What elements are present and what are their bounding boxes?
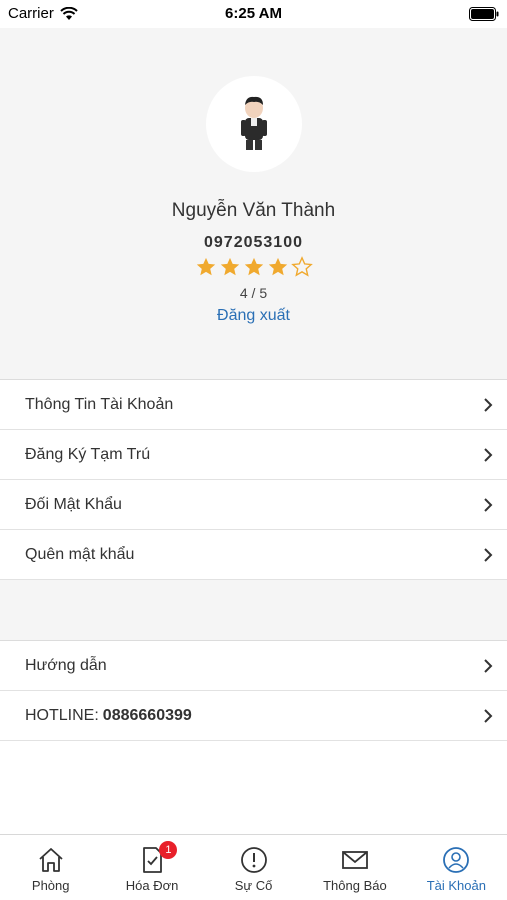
tab-label: Phòng <box>31 878 70 893</box>
hotline-number: 0886660399 <box>102 706 192 724</box>
chevron-right-icon <box>484 448 493 462</box>
chevron-right-icon <box>484 398 493 412</box>
menu-item-label: Quên mật khẩu <box>25 545 135 563</box>
content-blank-area <box>0 741 507 834</box>
logout-link[interactable]: Đăng xuất <box>0 307 507 325</box>
chevron-right-icon <box>484 498 493 512</box>
tab-label: Sự Cố <box>234 878 273 893</box>
status-bar: Carrier 6:25 AM <box>0 0 507 28</box>
tab-su-co[interactable]: Sự Cố <box>203 835 304 900</box>
user-icon <box>443 847 470 873</box>
avatar-person-icon <box>241 96 267 150</box>
tab-thong-bao[interactable]: Thông Báo <box>304 835 405 900</box>
menu-item-label: Đăng Ký Tạm Trú <box>25 445 151 463</box>
chevron-right-icon <box>484 548 493 562</box>
star-empty-icon <box>290 256 313 277</box>
menu-item-hotline[interactable]: HOTLINE: 0886660399 <box>0 691 507 741</box>
menu-item-account-info[interactable]: Thông Tin Tài Khoản <box>0 380 507 430</box>
tab-label: Hóa Đơn <box>125 878 179 893</box>
chevron-right-icon <box>484 659 493 673</box>
star-filled-icon <box>268 257 287 276</box>
home-icon <box>39 848 63 872</box>
status-time: 6:25 AM <box>225 5 282 22</box>
tab-label: Thông Báo <box>323 878 387 893</box>
avatar <box>206 76 302 172</box>
menu-item-label: Đối Mật Khẩu <box>25 495 122 513</box>
menu-item-label: Hướng dẫn <box>25 656 107 674</box>
battery-icon <box>469 7 499 21</box>
tab-tai-khoan[interactable]: Tài Khoản <box>406 835 507 900</box>
menu-item-change-password[interactable]: Đối Mật Khẩu <box>0 480 507 530</box>
rating-stars <box>0 256 507 278</box>
tab-phong[interactable]: Phòng <box>0 835 101 900</box>
menu-item-temp-residence[interactable]: Đăng Ký Tạm Trú <box>0 430 507 480</box>
user-name: Nguyễn Văn Thành <box>171 200 336 221</box>
star-filled-icon <box>220 257 239 276</box>
chevron-right-icon <box>484 709 493 723</box>
profile-header: Nguyễn Văn Thành 0972053100 4 / 5 Đăng x… <box>0 28 507 378</box>
section-spacer <box>0 580 507 640</box>
star-filled-icon <box>196 257 215 276</box>
invoice-badge: 1 <box>159 841 178 859</box>
account-menu: Thông Tin Tài Khoản Đăng Ký Tạm Trú Đối … <box>0 379 507 580</box>
tab-bar: Phòng 1 Hóa Đơn Sự Cố Thông Báo Tài Khoả… <box>0 834 507 900</box>
rating-text: 4 / 5 <box>239 285 268 301</box>
hotline-label: HOTLINE: <box>25 706 99 724</box>
tab-hoa-don[interactable]: 1 Hóa Đơn <box>101 835 202 900</box>
alert-icon <box>240 847 267 873</box>
menu-item-label: Thông Tin Tài Khoản <box>25 395 174 413</box>
menu-item-forgot-password[interactable]: Quên mật khẩu <box>0 530 507 580</box>
tab-label: Tài Khoản <box>426 878 486 893</box>
mail-icon <box>342 851 368 869</box>
user-phone: 0972053100 <box>204 234 303 251</box>
star-filled-icon <box>244 257 263 276</box>
menu-item-guide[interactable]: Hướng dẫn <box>0 641 507 691</box>
help-menu: Hướng dẫn HOTLINE: 0886660399 <box>0 640 507 741</box>
